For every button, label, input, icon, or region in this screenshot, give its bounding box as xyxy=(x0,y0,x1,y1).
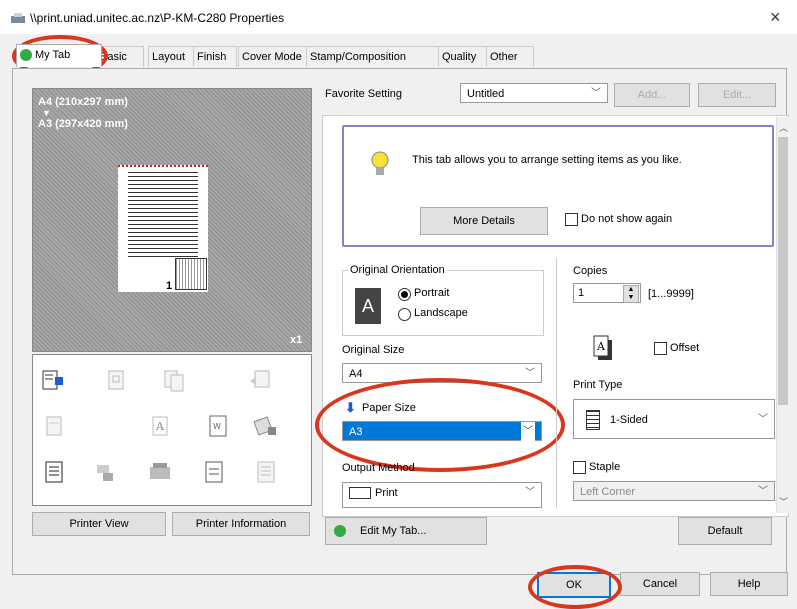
close-icon[interactable]: × xyxy=(770,7,781,28)
copies-stepper[interactable]: ▲ ▼ xyxy=(623,285,639,303)
default-button[interactable]: Default xyxy=(678,517,772,545)
output-method-label: Output Method xyxy=(342,462,415,474)
orientation-preview-icon: A xyxy=(355,288,381,324)
annotation-circle-paper-size xyxy=(315,378,565,472)
preview-page-number: 1 xyxy=(166,280,173,292)
single-page-icon[interactable] xyxy=(41,413,67,439)
tab-my-tab[interactable]: My Tab xyxy=(16,44,102,67)
portrait-radio[interactable] xyxy=(398,288,411,301)
offset-label: Offset xyxy=(670,342,700,354)
offset-icon: A xyxy=(593,335,612,360)
info-message: This tab allows you to arrange setting i… xyxy=(412,154,682,166)
tab-cover-mode[interactable]: Cover Mode xyxy=(238,46,310,67)
document-list-icon[interactable] xyxy=(41,459,67,485)
window-title: \\print.uniad.unitec.ac.nz\P-KM-C280 Pro… xyxy=(30,11,285,25)
more-details-button[interactable]: More Details xyxy=(420,207,548,235)
printer-icon xyxy=(11,13,25,23)
copies-input[interactable]: 1 ▲ ▼ xyxy=(573,283,641,303)
orientation-label: Original Orientation xyxy=(348,264,447,276)
column-divider xyxy=(556,258,557,508)
lightbulb-icon xyxy=(371,151,389,175)
original-size-label: Original Size xyxy=(342,344,405,356)
chevron-down-icon: ﹀ xyxy=(758,486,768,497)
text-page-icon[interactable] xyxy=(253,459,279,485)
staple-position-dropdown[interactable]: Left Corner ﹀ xyxy=(573,481,775,501)
user-icon xyxy=(334,525,346,538)
preview-original-size: A4 (210x297 mm) xyxy=(38,96,128,108)
print-type-label: Print Type xyxy=(573,379,623,391)
output-method-dropdown[interactable]: Print ﹀ xyxy=(342,482,542,508)
document-settings-icon[interactable] xyxy=(201,459,227,485)
staple-label: Staple xyxy=(589,461,621,473)
copies-label: Copies xyxy=(573,265,608,277)
function-icon-grid: A W xyxy=(32,354,312,506)
favorite-setting-label: Favorite Setting xyxy=(325,88,403,100)
preview-page-lines xyxy=(128,172,198,257)
tab-stamp-composition[interactable]: Stamp/Composition xyxy=(306,46,442,67)
machine-icon[interactable] xyxy=(147,459,173,485)
edit-favorite-button[interactable]: Edit... xyxy=(698,83,776,107)
printer-icon xyxy=(349,487,371,500)
settings-scrollbar[interactable]: ︿ ﹀ xyxy=(776,117,789,513)
favorite-setting-dropdown[interactable]: Untitled ﹀ xyxy=(460,83,608,103)
printer-information-button[interactable]: Printer Information xyxy=(172,512,310,536)
scroll-up-icon[interactable]: ︿ xyxy=(779,121,788,134)
annotation-circle-ok xyxy=(528,565,622,609)
page-setting-icon[interactable] xyxy=(103,367,129,393)
do-not-show-checkbox[interactable] xyxy=(565,213,578,226)
finisher-icon[interactable] xyxy=(93,459,119,485)
offset-checkbox[interactable] xyxy=(654,342,667,355)
preview-copies-marker: x1 xyxy=(290,334,303,346)
staple-checkbox[interactable] xyxy=(573,461,586,474)
help-button[interactable]: Help xyxy=(710,572,788,596)
chevron-down-icon: ﹀ xyxy=(758,414,768,425)
info-box xyxy=(342,125,774,247)
chevron-down-icon: ﹀ xyxy=(525,487,535,498)
scroll-down-icon[interactable]: ﹀ xyxy=(779,495,788,508)
printer-view-button[interactable]: Printer View xyxy=(32,512,166,536)
tab-finish[interactable]: Finish xyxy=(193,46,237,67)
edit-my-tab-button[interactable]: Edit My Tab... xyxy=(325,517,487,545)
svg-text:A: A xyxy=(596,340,606,353)
scroll-thumb[interactable] xyxy=(778,137,788,405)
tab-layout[interactable]: Layout xyxy=(148,46,196,67)
single-sided-icon xyxy=(586,410,600,431)
print-type-dropdown[interactable]: 1-Sided ﹀ xyxy=(573,399,775,439)
watermark-icon[interactable]: W xyxy=(205,413,231,439)
landscape-label: Landscape xyxy=(414,307,468,319)
stamp-letter-icon[interactable]: A xyxy=(149,413,175,439)
secure-print-icon[interactable] xyxy=(253,413,279,439)
user-icon xyxy=(20,49,32,62)
svg-text:W: W xyxy=(213,422,221,431)
combine-icon[interactable] xyxy=(247,367,273,393)
cancel-button[interactable]: Cancel xyxy=(620,572,700,596)
copies-range: [1...9999] xyxy=(648,288,694,300)
preview-arrow: ▼ xyxy=(42,108,51,118)
preview-mini-page xyxy=(175,258,207,290)
preview-output-size: A3 (297x420 mm) xyxy=(38,118,128,130)
svg-text:A: A xyxy=(155,420,165,433)
chevron-down-icon: ﹀ xyxy=(591,88,601,99)
layout-icon[interactable] xyxy=(41,367,67,393)
landscape-radio[interactable] xyxy=(398,308,411,321)
tab-other[interactable]: Other xyxy=(486,46,534,67)
copy-document-icon[interactable] xyxy=(161,367,187,393)
do-not-show-label: Do not show again xyxy=(581,213,673,225)
chevron-down-icon: ﹀ xyxy=(525,368,535,379)
portrait-label: Portrait xyxy=(414,287,450,299)
add-favorite-button[interactable]: Add... xyxy=(614,83,690,107)
